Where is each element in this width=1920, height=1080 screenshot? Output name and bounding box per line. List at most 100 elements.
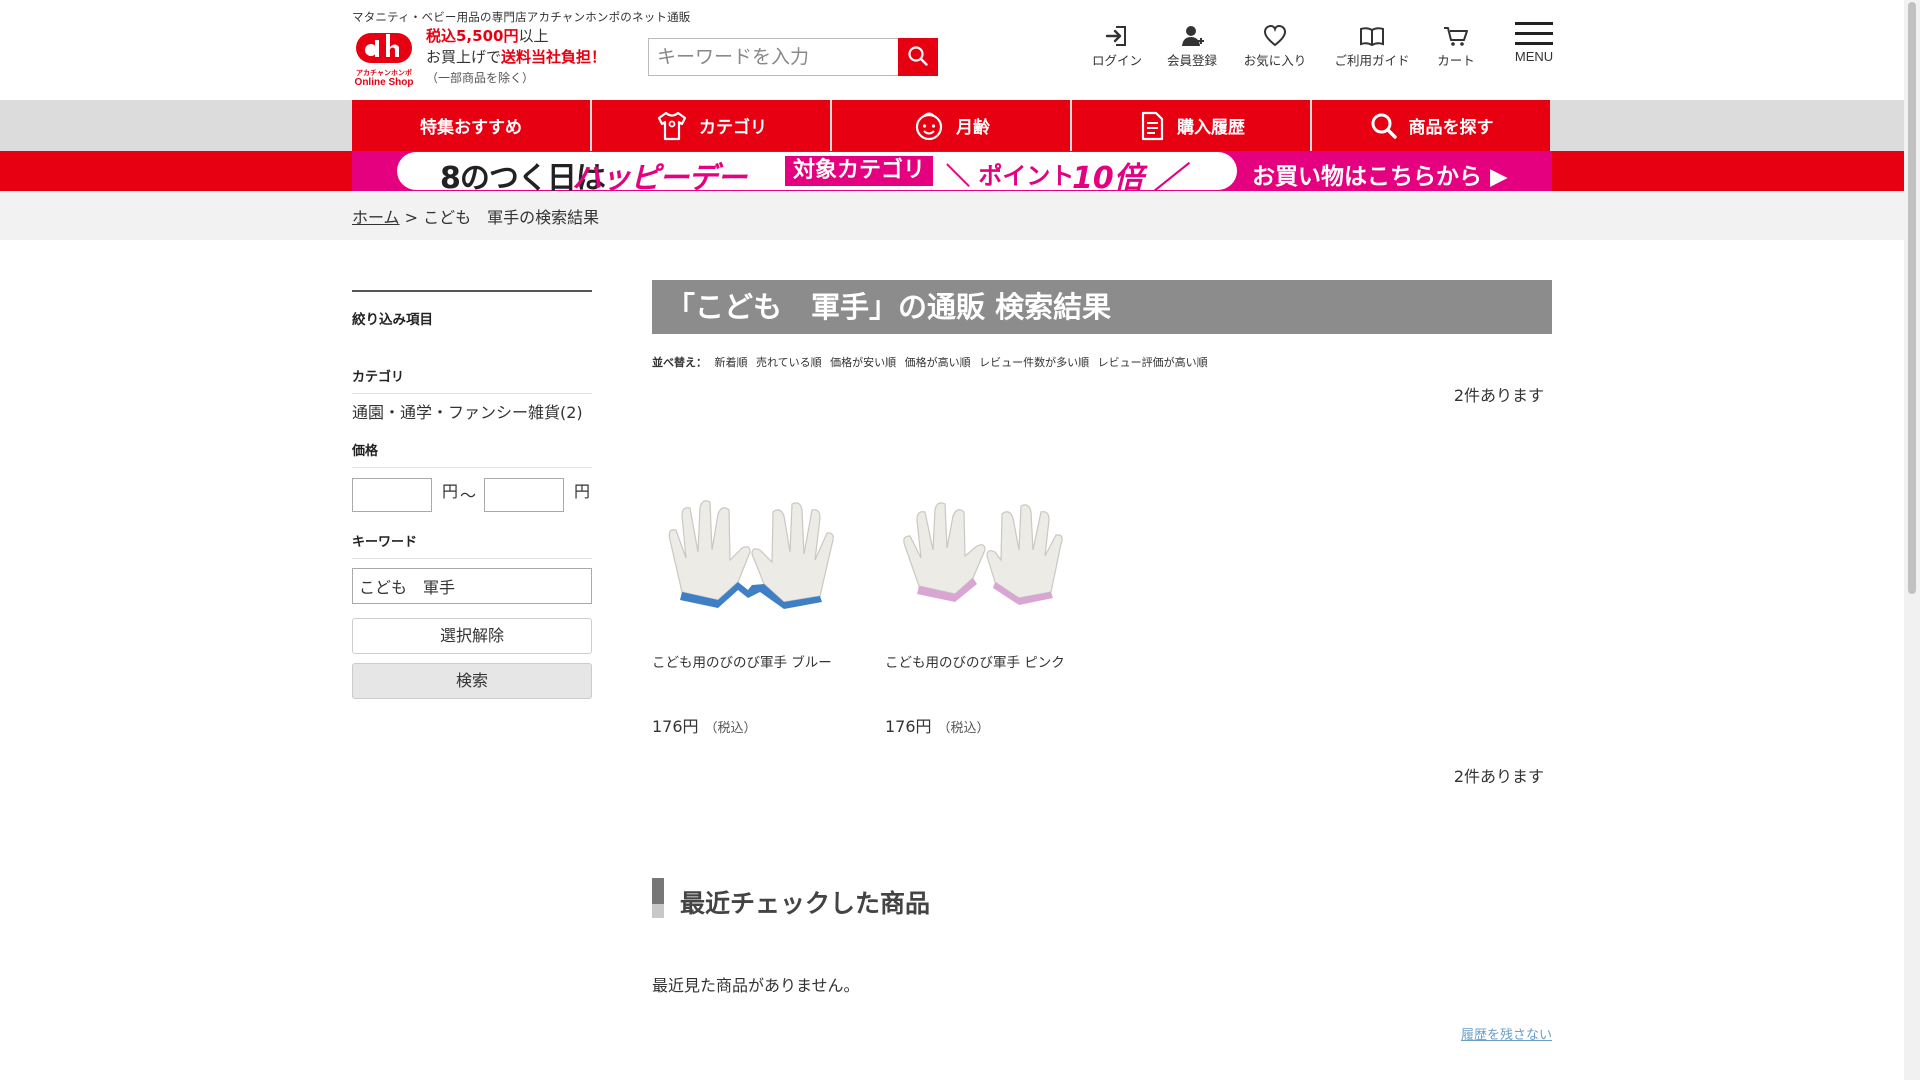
glove-pink-image [903, 502, 1063, 605]
breadcrumb-home[interactable]: ホーム [352, 208, 400, 227]
baby-shirt-icon [657, 111, 687, 140]
product-name[interactable]: こども用のびのび軍手 ピンク [885, 651, 1085, 671]
baby-face-icon [915, 112, 943, 140]
site-logo[interactable]: アカチャンホンポ Online Shop [352, 28, 416, 88]
banner-text-shop: お買い物はこちらから ▶ [1252, 164, 1508, 190]
gnav-find-label: 商品を探す [1408, 118, 1494, 138]
gnav-category[interactable]: カテゴリ [592, 100, 830, 151]
favorites-label: お気に入り [1243, 53, 1307, 68]
sort-label: 並べ替え： [652, 356, 707, 369]
keyword-heading: キーワード [352, 531, 592, 559]
menu-label: MENU [1514, 49, 1554, 64]
gnav-history-label: 購入履歴 [1177, 118, 1245, 138]
heading-accent [652, 904, 664, 918]
login-label: ログイン [1091, 53, 1142, 68]
breadcrumb-separator: > [399, 208, 424, 227]
price-value: 176円 [885, 717, 932, 736]
shipping-suffix: 以上 [518, 27, 549, 45]
sort-review-rating[interactable]: レビュー評価が高い順 [1098, 356, 1208, 369]
tax-label: （税込） [937, 721, 990, 736]
user-plus-icon [1182, 26, 1204, 46]
product-card[interactable]: こども用のびのび軍手 ピンク 176円 （税込） [885, 440, 1085, 737]
login-icon [1105, 26, 1126, 46]
scrollbar-thumb[interactable] [1908, 2, 1916, 594]
result-count-top: 2件あります [1453, 386, 1544, 405]
guide-label: ご利用ガイド [1334, 53, 1410, 68]
price-yen-label: 円 [442, 482, 459, 501]
menu-bar [1515, 42, 1553, 45]
search-button[interactable] [898, 38, 938, 76]
cart-label: カート [1437, 53, 1475, 68]
filter-search-button[interactable]: 検索 [352, 663, 592, 699]
register-label: 会員登録 [1166, 53, 1217, 68]
gnav-featured[interactable]: 特集おすすめ [352, 100, 590, 151]
global-nav: 特集おすすめ カテゴリ 月齢 購入履歴 商品を探す [352, 100, 1552, 151]
sort-review-count[interactable]: レビュー件数が多い順 [979, 356, 1089, 369]
sort-newest[interactable]: 新着順 [715, 356, 748, 369]
page: マタニティ・ベビー用品の専門店アカチャンホンポのネット通販 アカチャンホンポ O… [0, 0, 1904, 1080]
document-icon [1141, 111, 1164, 140]
ah-logo-icon [356, 33, 412, 63]
banner-text-target: 対象カテゴリ [785, 156, 934, 186]
search-icon [908, 45, 928, 66]
glove-blue-image [668, 500, 834, 609]
shipping-notice: 税込5,500円以上 お買上げで送料当社負担！ （一部商品を除く） [426, 26, 606, 89]
happy-day-banner[interactable]: 8のつく日は ハッピーデー 対象カテゴリ ＼ ポイント 10倍 ／ お買い物はこ… [352, 151, 1552, 191]
gnav-featured-label: 特集おすすめ [420, 118, 522, 138]
sort-bestselling[interactable]: 売れている順 [756, 356, 822, 369]
product-name[interactable]: こども用のびのび軍手 ブルー [652, 651, 852, 671]
gnav-age-label: 月齢 [956, 118, 990, 138]
login-link[interactable]: ログイン [1088, 24, 1146, 74]
banner-text-happyday: ハッピーデー [572, 161, 747, 191]
product-card[interactable]: こども用のびのび軍手 ブルー 176円 （税込） [652, 440, 852, 737]
price-min-input[interactable] [352, 478, 432, 512]
register-link[interactable]: 会員登録 [1160, 24, 1224, 74]
product-price: 176円 （税込） [885, 713, 1085, 737]
sort-price-high[interactable]: 価格が高い順 [905, 356, 971, 369]
favorites-link[interactable]: お気に入り [1238, 24, 1312, 74]
gnav-find[interactable]: 商品を探す [1312, 100, 1550, 151]
menu-button[interactable]: MENU [1514, 22, 1554, 64]
gnav-history[interactable]: 購入履歴 [1072, 100, 1310, 151]
shipping-prefix: お買上げで [426, 48, 502, 66]
header-search [648, 38, 938, 76]
breadcrumb-background [0, 191, 1904, 240]
gnav-age[interactable]: 月齢 [832, 100, 1070, 151]
recently-viewed: 最近チェックした商品 最近見た商品がありません。 履歴を残さない [652, 878, 1552, 1043]
search-icon [1371, 113, 1397, 139]
result-count-bottom: 2件あります [1453, 767, 1544, 786]
category-filter-item[interactable]: 通園・通学・ファンシー雑貨(2) [352, 400, 592, 425]
no-history-link[interactable]: 履歴を残さない [1461, 1024, 1552, 1043]
cart-icon [1444, 27, 1468, 46]
product-price: 176円 （税込） [652, 713, 852, 737]
page-scrollbar[interactable] [1904, 0, 1920, 1080]
breadcrumb-current: こども 軍手の検索結果 [423, 208, 600, 227]
price-value: 176円 [652, 717, 699, 736]
filter-sidebar: 絞り込み項目 カテゴリ 通園・通学・ファンシー雑貨(2) 価格 円 〜 円 キー… [352, 290, 592, 699]
sort-price-low[interactable]: 価格が安い順 [830, 356, 896, 369]
shipping-free: 送料当社負担！ [501, 48, 607, 66]
sidebar-divider [352, 290, 592, 292]
heading-accent [652, 878, 664, 904]
results-title: 「こども 軍手」の通販 検索結果 [652, 280, 1552, 334]
banner-text-10x: 10倍 ／ [1072, 161, 1185, 191]
recent-empty-message: 最近見た商品がありません。 [652, 976, 860, 995]
menu-bar [1515, 22, 1553, 25]
heart-icon [1263, 24, 1287, 47]
clear-selection-button[interactable]: 選択解除 [352, 618, 592, 654]
search-input[interactable] [648, 38, 898, 76]
cart-link[interactable]: カート [1428, 24, 1484, 74]
recent-heading: 最近チェックした商品 [652, 878, 1552, 920]
filter-title: 絞り込み項目 [352, 312, 433, 328]
price-range: 円 〜 円 [352, 478, 592, 522]
guide-link[interactable]: ご利用ガイド [1330, 24, 1414, 74]
site-header: マタニティ・ベビー用品の専門店アカチャンホンポのネット通販 アカチャンホンポ O… [0, 0, 1904, 100]
header-tagline: マタニティ・ベビー用品の専門店アカチャンホンポのネット通販 [352, 10, 691, 24]
tax-label: （税込） [704, 721, 757, 736]
keyword-input[interactable] [352, 568, 592, 604]
price-max-input[interactable] [484, 478, 564, 512]
price-yen-label: 円 [574, 482, 591, 501]
logo-online-shop: Online Shop [354, 77, 414, 88]
menu-bar [1515, 32, 1553, 35]
search-results: 「こども 軍手」の通販 検索結果 並べ替え： 新着順 売れている順 価格が安い順… [652, 280, 1552, 786]
